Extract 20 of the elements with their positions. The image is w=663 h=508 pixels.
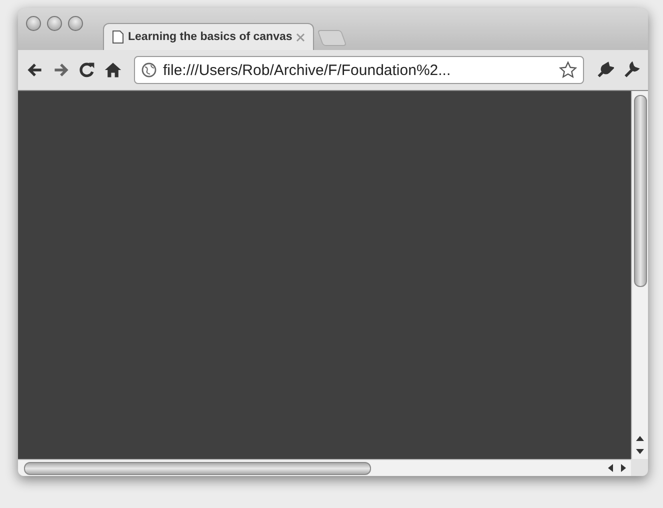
browser-tab[interactable]: Learning the basics of canvas xyxy=(103,23,314,50)
zoom-button[interactable] xyxy=(68,16,83,31)
globe-icon xyxy=(141,62,157,78)
resize-grip[interactable] xyxy=(631,459,648,476)
star-icon[interactable] xyxy=(559,61,577,79)
close-icon[interactable] xyxy=(296,32,306,42)
page-icon xyxy=(112,30,124,44)
tab-title: Learning the basics of canvas xyxy=(128,31,292,43)
scroll-thumb[interactable] xyxy=(24,462,371,474)
url-text: file:///Users/Rob/Archive/F/Foundation%2... xyxy=(163,62,451,78)
forward-icon[interactable] xyxy=(52,61,70,79)
close-button[interactable] xyxy=(26,16,41,31)
horizontal-scrollbar[interactable] xyxy=(18,459,631,476)
vertical-scrollbar[interactable] xyxy=(631,91,648,459)
back-icon[interactable] xyxy=(26,61,44,79)
home-icon[interactable] xyxy=(104,61,122,79)
minimize-button[interactable] xyxy=(47,16,62,31)
address-field[interactable]: file:///Users/Rob/Archive/F/Foundation%2... xyxy=(134,56,584,84)
scroll-thumb[interactable] xyxy=(634,95,646,287)
reload-icon[interactable] xyxy=(78,61,96,79)
